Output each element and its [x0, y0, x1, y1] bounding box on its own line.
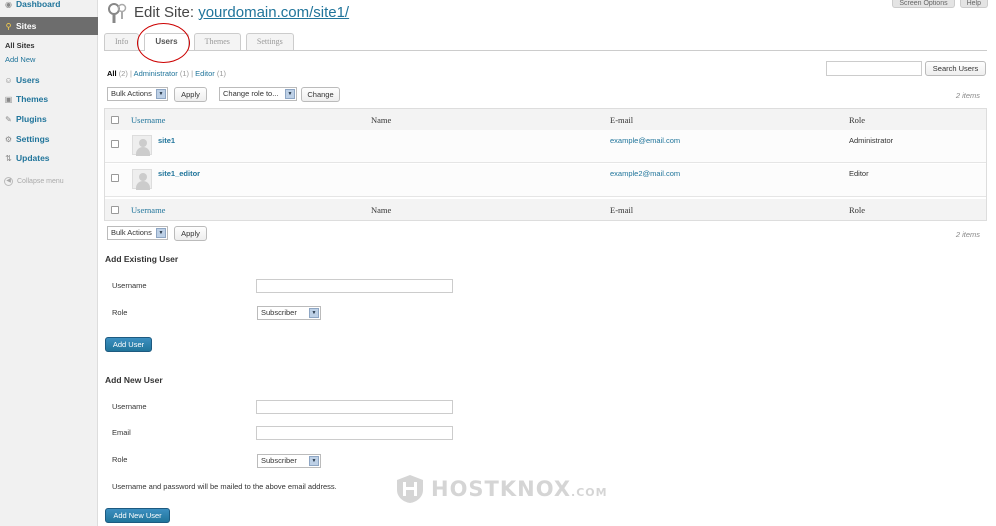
apply-button-bottom[interactable]: Apply — [174, 226, 207, 241]
filter-editor[interactable]: Editor — [195, 69, 215, 78]
users-icon: ☺ — [4, 75, 13, 85]
sidebar-item-themes[interactable]: ▣ Themes — [0, 90, 98, 108]
role-label: Role — [112, 455, 128, 464]
tab-settings[interactable]: Settings — [245, 33, 294, 50]
email-label: Email — [112, 428, 131, 437]
sidebar-item-sites[interactable]: ⚲ Sites — [0, 17, 98, 35]
help-button[interactable]: Help — [959, 0, 988, 8]
change-button[interactable]: Change — [301, 87, 340, 102]
new-role-select[interactable]: Subscriber ▼ — [257, 454, 321, 468]
page-title: Edit Site: yourdomain.com/site1/ — [134, 4, 350, 21]
change-role-select[interactable]: Change role to... ▼ — [219, 87, 297, 101]
column-role: Role — [849, 115, 866, 125]
role-filter-links: All (2) | Administrator (1) | Editor (1) — [107, 69, 227, 78]
existing-role-select[interactable]: Subscriber ▼ — [257, 306, 321, 320]
admin-sidebar: ◉ Dashboard ⚲ Sites All Sites Add New ☺ Use… — [0, 0, 98, 526]
sidebar-item-dashboard[interactable]: ◉ Dashboard — [0, 0, 98, 13]
avatar — [132, 169, 152, 190]
table-row: site1 example@email.com Administrator — [105, 130, 986, 163]
column-username[interactable]: Username — [131, 115, 165, 125]
tab-info[interactable]: Info — [104, 33, 140, 50]
chevron-down-icon: ▼ — [309, 456, 319, 466]
collapse-arrow-icon: ◀ — [4, 177, 13, 186]
username-label: Username — [112, 402, 147, 411]
plugins-icon: ✎ — [5, 114, 12, 124]
tab-themes[interactable]: Themes — [193, 33, 241, 50]
apply-button[interactable]: Apply — [174, 87, 207, 102]
screen-options-button[interactable]: Screen Options — [892, 0, 955, 8]
sites-icon: ⚲ — [5, 21, 12, 31]
username-link[interactable]: site1_editor — [158, 169, 200, 178]
sites-title-icon — [108, 3, 127, 23]
sidebar-item-updates[interactable]: ⇅ Updates — [0, 149, 98, 167]
highlight-circle — [137, 23, 190, 63]
items-count-bottom: 2 items — [955, 230, 980, 239]
chevron-down-icon: ▼ — [285, 89, 295, 99]
site-tabs: Info Users Themes Settings — [104, 33, 987, 51]
table-header: Username Name E-mail Role — [105, 109, 986, 130]
submenu-add-new[interactable]: Add New — [5, 55, 35, 64]
column-role: Role — [849, 205, 866, 215]
themes-icon: ▣ — [4, 94, 13, 104]
bulk-actions-select-bottom[interactable]: Bulk Actions ▼ — [107, 226, 168, 240]
username-label: Username — [112, 281, 147, 290]
row-checkbox[interactable] — [111, 174, 119, 182]
submenu-all-sites[interactable]: All Sites — [5, 41, 35, 50]
users-table: Username Name E-mail Role site1 example@… — [104, 108, 987, 221]
table-footer: Username Name E-mail Role — [105, 199, 986, 220]
role-cell: Administrator — [849, 136, 894, 145]
site-url-link[interactable]: yourdomain.com/site1/ — [198, 4, 349, 21]
select-all-checkbox[interactable] — [111, 116, 119, 124]
filter-administrator[interactable]: Administrator — [134, 69, 178, 78]
filter-all[interactable]: All — [107, 69, 117, 78]
column-email: E-mail — [610, 205, 634, 215]
role-label: Role — [112, 308, 128, 317]
password-mail-note: Username and password will be mailed to … — [112, 482, 337, 491]
existing-username-input[interactable] — [256, 279, 453, 293]
column-username[interactable]: Username — [131, 205, 165, 215]
search-users-button[interactable]: Search Users — [925, 61, 986, 76]
new-username-input[interactable] — [256, 400, 453, 414]
chevron-down-icon: ▼ — [309, 308, 319, 318]
email-link[interactable]: example@email.com — [610, 136, 680, 145]
dashboard-icon: ◉ — [5, 0, 12, 9]
username-link[interactable]: site1 — [158, 136, 175, 145]
avatar — [132, 135, 152, 156]
sidebar-item-settings[interactable]: ⚙ Settings — [0, 130, 98, 148]
row-checkbox[interactable] — [111, 140, 119, 148]
updates-icon: ⇅ — [5, 153, 12, 163]
add-new-user-button[interactable]: Add New User — [105, 508, 170, 523]
new-email-input[interactable] — [256, 426, 453, 440]
select-all-checkbox[interactable] — [111, 206, 119, 214]
settings-icon: ⚙ — [4, 134, 13, 144]
table-row: site1_editor example2@mail.com Editor — [105, 164, 986, 197]
add-new-user-heading: Add New User — [105, 375, 163, 385]
top-right-buttons: Screen Options Help — [892, 0, 988, 8]
sidebar-item-plugins[interactable]: ✎ Plugins — [0, 110, 98, 128]
add-existing-user-heading: Add Existing User — [105, 254, 179, 264]
column-email: E-mail — [610, 115, 634, 125]
column-name: Name — [371, 115, 392, 125]
add-user-button[interactable]: Add User — [105, 337, 152, 352]
email-link[interactable]: example2@mail.com — [610, 169, 680, 178]
hostknox-logo-icon — [397, 475, 423, 503]
chevron-down-icon: ▼ — [156, 228, 166, 238]
bulk-actions-select[interactable]: Bulk Actions ▼ — [107, 87, 168, 101]
hostknox-watermark: HOSTKNOX.COM — [395, 474, 608, 504]
items-count: 2 items — [955, 91, 980, 100]
collapse-menu-button[interactable]: ◀ Collapse menu — [4, 177, 64, 186]
sidebar-item-users[interactable]: ☺ Users — [0, 71, 98, 89]
role-cell: Editor — [849, 169, 869, 178]
chevron-down-icon: ▼ — [156, 89, 166, 99]
search-users-input[interactable] — [826, 61, 922, 76]
column-name: Name — [371, 205, 392, 215]
